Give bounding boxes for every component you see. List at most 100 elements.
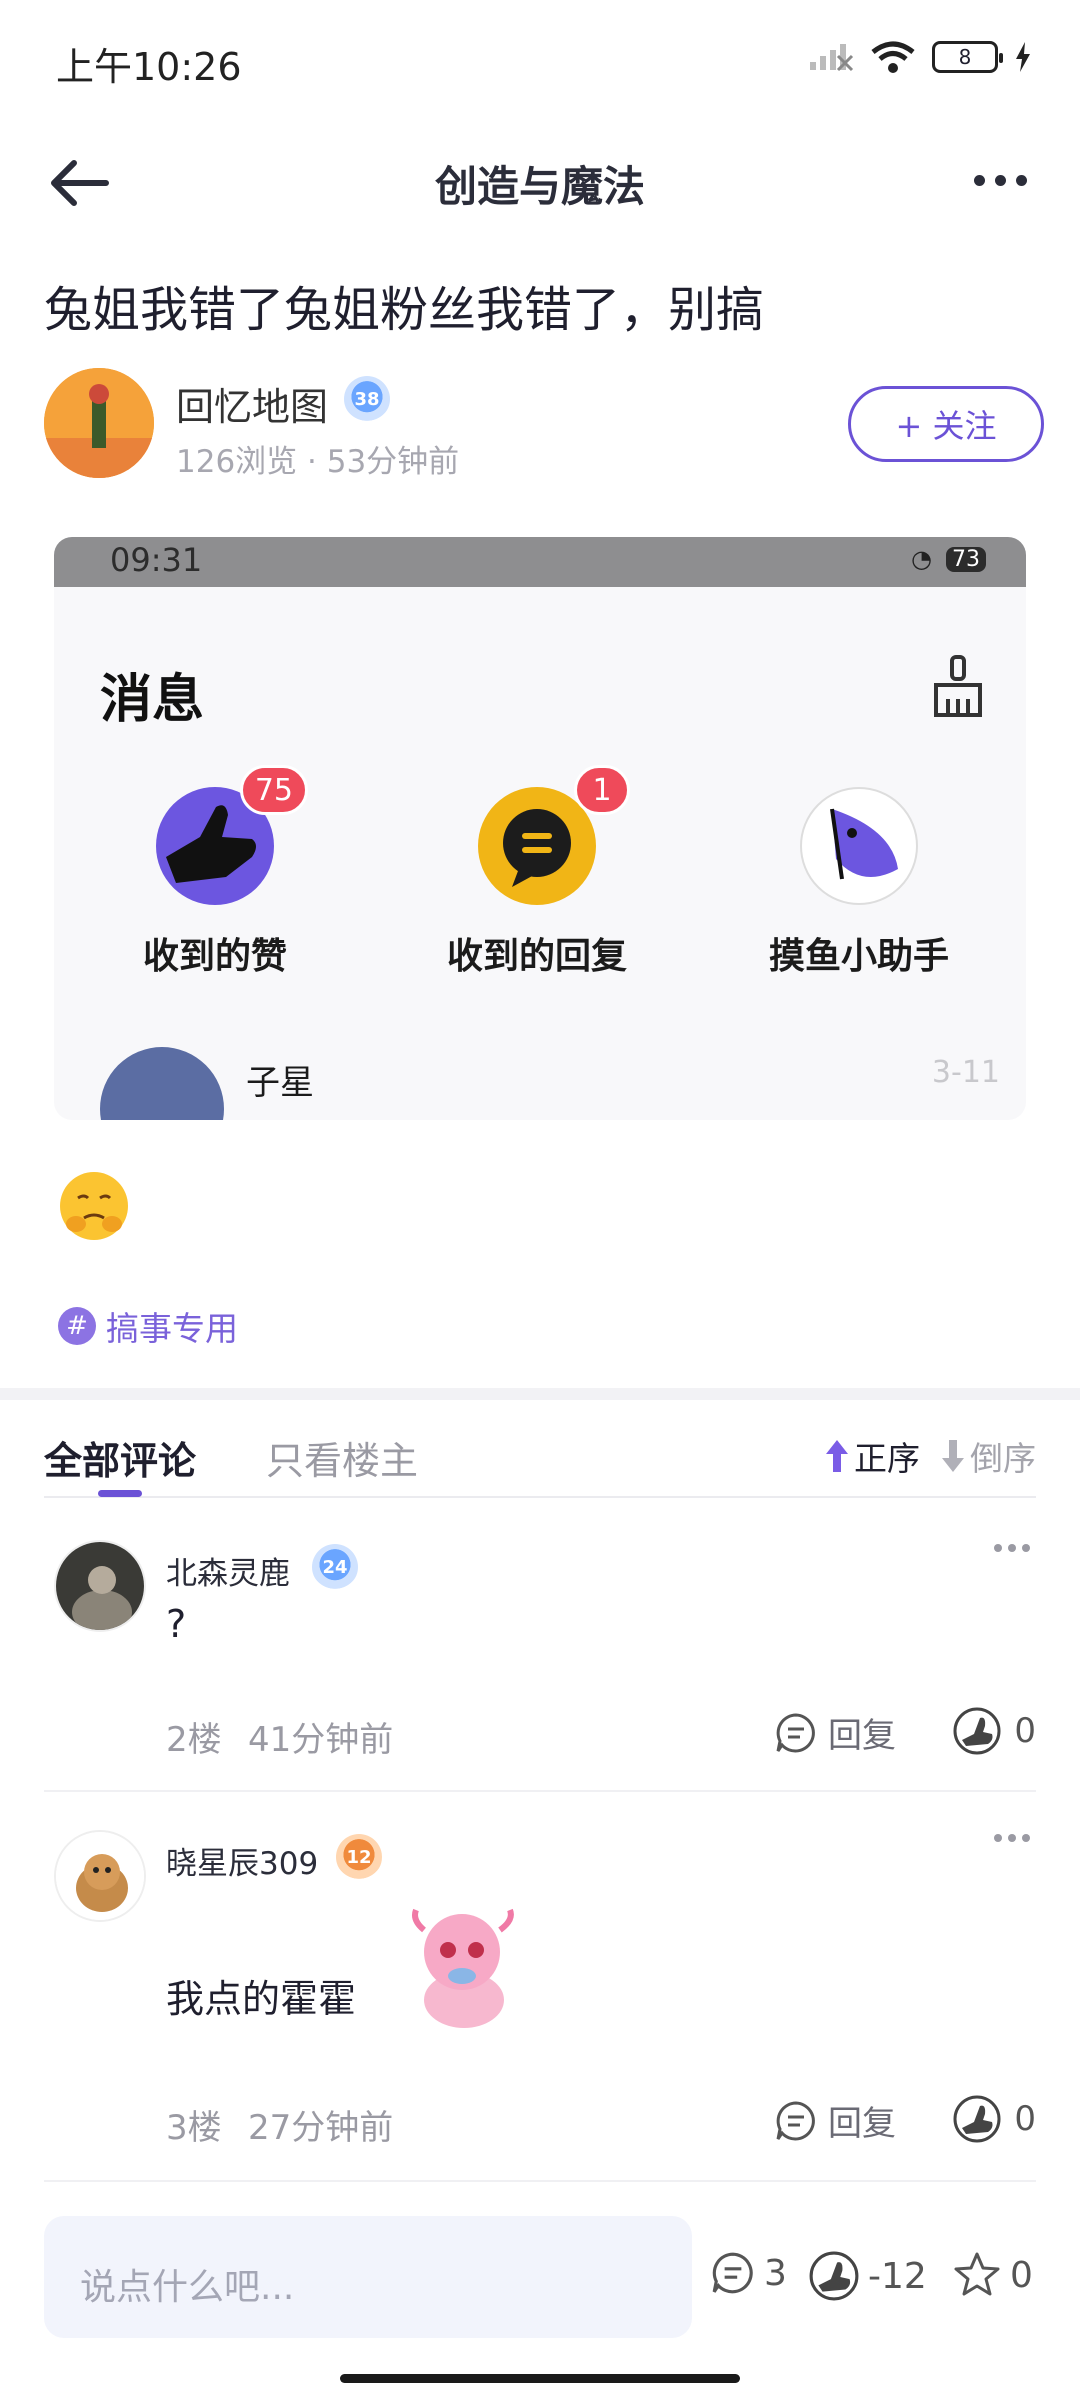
image-row-avatar: [100, 1047, 224, 1120]
post-like-button[interactable]: -12: [808, 2250, 927, 2302]
status-icons: 8: [808, 40, 1032, 74]
thumbs-up-icon: [953, 1707, 1001, 1755]
comment-icon: [712, 2252, 753, 2294]
chat-bubble-icon: 1: [478, 765, 630, 905]
sort-ascending-button[interactable]: 正序: [824, 1432, 920, 1480]
likes-count-badge: 75: [239, 765, 308, 815]
reply-button[interactable]: 回复: [774, 1708, 896, 1757]
thumbs-up-icon: [953, 2095, 1001, 2143]
comment-count: 3: [764, 2252, 787, 2294]
author-avatar[interactable]: [44, 368, 154, 478]
post-meta: 126浏览 · 53分钟前: [176, 444, 460, 480]
thumbs-up-icon: [809, 2251, 859, 2301]
pleading-face-emoji-icon: [60, 1172, 128, 1240]
comment-tabs: 全部评论 只看楼主 正序 倒序: [44, 1428, 1036, 1498]
post-image[interactable]: 09:31 ◔ 73 消息 75 收到的赞 1 收到的回复 摸鱼小助手 子星 3…: [54, 537, 1026, 1120]
reply-bubble-icon: [776, 2100, 815, 2140]
follow-button[interactable]: + 关注: [848, 386, 1044, 462]
home-indicator: [340, 2374, 740, 2383]
arrow-down-icon: [942, 1440, 964, 1472]
author-level-badge: 38: [344, 376, 390, 422]
favorite-count: 0: [1010, 2254, 1033, 2296]
reply-label: 回复: [828, 2104, 896, 2144]
comment-time: 27分钟前: [248, 2108, 394, 2148]
replies-count-badge: 1: [574, 765, 630, 815]
image-status-icons: ◔ 73: [911, 545, 986, 573]
comment-time: 41分钟前: [248, 1720, 394, 1760]
arrow-up-icon: [826, 1440, 848, 1472]
comment-item: 北森灵鹿 24 ? 2楼 41分钟前 回复 0: [44, 1540, 1036, 1800]
comment-floor: 3楼: [166, 2108, 222, 2148]
sort-descending-button[interactable]: 倒序: [940, 1432, 1036, 1480]
image-battery: 73: [946, 546, 986, 572]
image-status-bar: 09:31 ◔ 73: [54, 537, 1026, 587]
section-divider: [0, 1388, 1080, 1400]
comment-separator: [44, 2180, 1036, 2182]
comment-count-button[interactable]: 3: [710, 2250, 787, 2296]
assistant-entry-label: 摸鱼小助手: [768, 936, 949, 977]
comment-more-icon[interactable]: [994, 1544, 1030, 1552]
post-like-count: -12: [868, 2255, 927, 2297]
sort-toggle: 正序 倒序: [824, 1432, 1036, 1480]
post-author: 回忆地图 38 126浏览 · 53分钟前 + 关注: [44, 368, 1044, 488]
like-button[interactable]: 0: [952, 1706, 1036, 1756]
axolotl-sticker-icon: [412, 1908, 514, 2028]
charging-icon: [1016, 42, 1030, 72]
favorite-button[interactable]: 0: [952, 2250, 1033, 2300]
tab-all-comments[interactable]: 全部评论: [44, 1430, 196, 1485]
commenter-name[interactable]: 晓星辰309: [166, 1838, 318, 1883]
comment-text: ?: [166, 1602, 187, 1646]
avatar-image: [44, 368, 154, 478]
reply-bubble-icon: [776, 1712, 815, 1752]
reply-button[interactable]: 回复: [774, 2096, 896, 2145]
comment-separator: [44, 1790, 1036, 1792]
comment-floor: 2楼: [166, 1720, 222, 1760]
post-title: 兔姐我错了兔姐粉丝我错了，别搞: [44, 282, 765, 338]
like-count: 0: [1014, 1711, 1036, 1751]
comment-input[interactable]: 说点什么吧...: [44, 2216, 692, 2338]
top-nav-bar: 创造与魔法: [0, 125, 1080, 235]
commenter-avatar[interactable]: [54, 1540, 146, 1632]
image-likes-entry: 75 收到的赞: [90, 765, 340, 979]
commenter-level-badge: 24: [312, 1544, 358, 1590]
battery-level: 8: [958, 45, 972, 69]
commenter-name[interactable]: 北森灵鹿: [166, 1548, 290, 1593]
replies-entry-label: 收到的回复: [446, 936, 627, 977]
comment-text: 我点的霍霍: [166, 1977, 357, 2021]
reply-label: 回复: [828, 1716, 896, 1756]
like-count: 0: [1014, 2099, 1036, 2139]
author-name[interactable]: 回忆地图: [176, 376, 328, 431]
fish-icon: [800, 787, 918, 905]
image-row-name: 子星: [246, 1063, 314, 1103]
commenter-level-badge: 12: [336, 1834, 382, 1880]
thumb-icon: 75: [156, 765, 308, 905]
image-row-date: 3-11: [931, 1055, 1000, 1090]
wifi-icon: [871, 41, 915, 73]
image-status-time: 09:31: [110, 541, 203, 579]
topic-label: 搞事专用: [106, 1309, 238, 1348]
sort-ascending-label: 正序: [854, 1439, 920, 1478]
sort-descending-label: 倒序: [970, 1439, 1036, 1478]
status-time: 上午10:26: [56, 45, 242, 89]
status-bar: 上午10:26 8: [0, 0, 1080, 125]
hashtag-icon: #: [58, 1307, 96, 1345]
topic-tag[interactable]: # 搞事专用: [58, 1302, 238, 1350]
image-replies-entry: 1 收到的回复: [412, 765, 662, 979]
signal-icon: [810, 44, 854, 72]
tab-owner-only[interactable]: 只看楼主: [266, 1430, 418, 1485]
battery-icon: 8: [932, 41, 1003, 73]
commenter-avatar[interactable]: [54, 1830, 146, 1922]
image-assistant-entry: 摸鱼小助手: [734, 787, 984, 979]
like-button[interactable]: 0: [952, 2094, 1036, 2144]
active-tab-indicator: [98, 1490, 142, 1497]
comment-item: 晓星辰309 12 我点的霍霍 3楼 27分钟前 回复 0: [44, 1830, 1036, 2190]
page-title: 创造与魔法: [434, 162, 645, 211]
image-wifi-icon: ◔: [911, 545, 932, 573]
bottom-action-bar: 说点什么吧... 3 -12 0: [0, 2206, 1080, 2338]
broom-icon: [934, 655, 982, 717]
star-icon: [954, 2252, 1000, 2296]
comment-more-icon[interactable]: [994, 1834, 1030, 1842]
more-options-icon[interactable]: [960, 155, 1040, 205]
likes-entry-label: 收到的赞: [142, 936, 287, 977]
image-messages-title: 消息: [100, 670, 205, 730]
